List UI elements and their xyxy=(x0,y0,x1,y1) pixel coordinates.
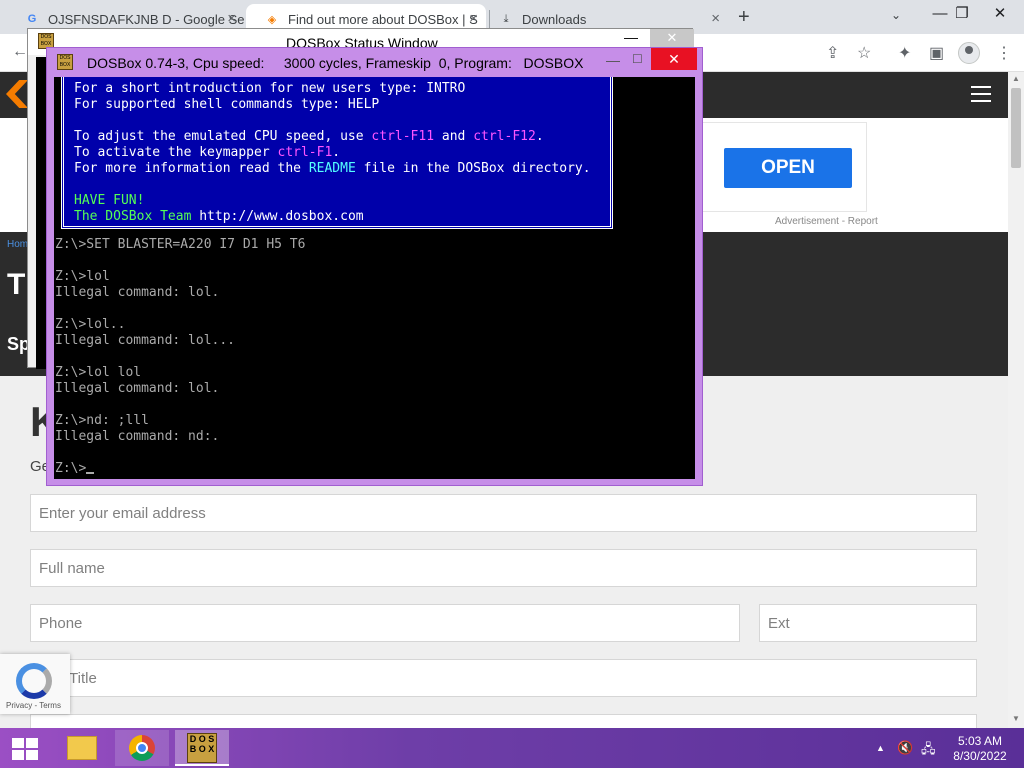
dosbox-titlebar[interactable]: DOS BOX DOSBox 0.74-3, Cpu speed: 3000 c… xyxy=(47,48,702,76)
console-line: Illegal command: lol. xyxy=(55,381,220,396)
share-icon[interactable]: ⇪ xyxy=(826,43,839,63)
console-output: Z:\>SET BLASTER=A220 I7 D1 H5 T6 Z:\>lol… xyxy=(54,237,305,477)
window-restore-button[interactable]: ❐ xyxy=(942,2,982,26)
windows-taskbar: D O S B O X ▲ 🔇 🖧 5:03 AM 8/30/2022 xyxy=(0,728,1024,768)
menu-kebab-icon[interactable]: ⋮ xyxy=(996,43,1012,63)
tab-title: Find out more about DOSBox | S xyxy=(288,11,478,27)
status-window-console xyxy=(36,57,46,369)
close-tab-icon[interactable]: × xyxy=(469,10,478,27)
recaptcha-links[interactable]: Privacy - Terms xyxy=(6,701,61,710)
clock-date: 8/30/2022 xyxy=(953,749,1007,763)
clock-time: 5:03 AM xyxy=(957,734,1003,748)
ad-open-button[interactable]: OPEN xyxy=(724,148,852,188)
taskbar-file-explorer[interactable] xyxy=(55,730,109,766)
email-field[interactable]: Enter your email address xyxy=(30,494,977,532)
hamburger-menu-icon[interactable] xyxy=(971,86,991,104)
side-panel-icon[interactable]: ▣ xyxy=(929,43,944,63)
bookmark-star-icon[interactable]: ☆ xyxy=(857,43,871,63)
volume-muted-icon[interactable]: 🔇 xyxy=(897,740,913,756)
console-line: Z:\>SET BLASTER=A220 I7 D1 H5 T6 xyxy=(55,237,306,252)
recaptcha-badge[interactable]: Privacy - Terms xyxy=(0,654,70,714)
tray-chevron-icon[interactable]: ▲ xyxy=(876,743,885,753)
dosbox-welcome-banner: For a short introduction for new users t… xyxy=(61,77,613,229)
console-line: Illegal command: lol... xyxy=(55,333,236,348)
next-field[interactable] xyxy=(30,714,977,728)
page-scrollbar[interactable]: ▲ ▼ xyxy=(1008,72,1024,728)
banner-blank xyxy=(74,113,600,129)
full-name-field[interactable]: Full name xyxy=(30,549,977,587)
ad-report-label[interactable]: Advertisement - Report xyxy=(775,216,878,227)
tab-title: OJSFNSDAFKJNB D - Google Sea xyxy=(48,11,244,27)
banner-line: To activate the keymapper ctrl-F1. xyxy=(74,145,341,160)
scroll-down-arrow-icon[interactable]: ▼ xyxy=(1012,714,1020,723)
console-line: Z:\>lol lol xyxy=(55,365,142,380)
banner-line: To adjust the emulated CPU speed, use ct… xyxy=(74,129,544,144)
hero-title: T xyxy=(7,268,26,301)
dosbox-minimize-button[interactable]: — xyxy=(606,52,620,68)
ext-field[interactable]: Ext xyxy=(759,604,977,642)
profile-avatar[interactable] xyxy=(958,42,980,64)
banner-line: HAVE FUN! xyxy=(74,193,145,208)
recaptcha-icon xyxy=(16,663,52,699)
console-line: Z:\>lol.. xyxy=(55,317,126,332)
site-logo-icon[interactable] xyxy=(6,80,28,108)
banner-line: For a short introduction for new users t… xyxy=(74,81,466,96)
taskbar-dosbox[interactable]: D O S B O X xyxy=(175,730,229,766)
banner-line: The DOSBox Team http://www.dosbox.com xyxy=(74,209,364,224)
console-line: Illegal command: nd:. xyxy=(55,429,220,444)
taskbar-chrome[interactable] xyxy=(115,730,169,766)
breadcrumb-home[interactable]: Hom xyxy=(7,239,28,250)
close-tab-icon[interactable]: × xyxy=(711,10,720,27)
banner-line: For more information read the README fil… xyxy=(74,161,591,176)
banner-line: For supported shell commands type: HELP xyxy=(74,97,380,112)
tab-search-chevron-icon[interactable]: ⌄ xyxy=(891,8,901,22)
console-line: Z:\>nd: ;lll xyxy=(55,413,149,428)
dosbox-icon: D O S B O X xyxy=(187,733,217,763)
system-clock[interactable]: 5:03 AM 8/30/2022 xyxy=(940,734,1020,764)
new-tab-button[interactable]: + xyxy=(738,6,750,29)
dosbox-icon: DOS BOX xyxy=(57,54,73,70)
folder-icon xyxy=(67,736,97,760)
network-icon[interactable]: 🖧 xyxy=(921,740,936,762)
scroll-up-arrow-icon[interactable]: ▲ xyxy=(1012,74,1020,83)
tab-title: Downloads xyxy=(522,11,587,27)
dosbox-window-title: DOSBox 0.74-3, Cpu speed: 3000 cycles, F… xyxy=(87,55,584,71)
back-arrow-icon[interactable]: ← xyxy=(12,43,28,61)
banner-blank xyxy=(74,177,600,193)
console-prompt[interactable]: Z:\> xyxy=(55,461,305,477)
dosbox-maximize-button[interactable]: ☐ xyxy=(632,52,643,66)
text-cursor xyxy=(86,472,95,474)
scrollbar-thumb[interactable] xyxy=(1011,88,1021,168)
download-icon: ⤓ xyxy=(503,12,509,25)
dosbox-close-button[interactable]: ✕ xyxy=(651,48,697,70)
windows-start-icon[interactable] xyxy=(12,738,38,760)
close-tab-icon[interactable]: × xyxy=(227,10,236,27)
dosbox-console[interactable]: For a short introduction for new users t… xyxy=(54,77,695,479)
extensions-puzzle-icon[interactable]: ✦ xyxy=(898,43,911,63)
console-line: Z:\>lol xyxy=(55,269,110,284)
title-field[interactable]: Title xyxy=(30,659,977,697)
console-line: Illegal command: lol. xyxy=(55,285,220,300)
status-minimize-button[interactable]: — xyxy=(624,29,638,45)
google-g-icon: G xyxy=(27,13,37,25)
phone-field[interactable]: Phone xyxy=(30,604,740,642)
dosbox-window[interactable]: DOS BOX DOSBox 0.74-3, Cpu speed: 3000 c… xyxy=(46,47,703,486)
site-diamond-icon: ◈ xyxy=(267,13,277,26)
status-close-button[interactable]: ✕ xyxy=(650,29,694,47)
chrome-icon xyxy=(129,735,155,761)
window-close-button[interactable]: ✕ xyxy=(980,2,1020,26)
